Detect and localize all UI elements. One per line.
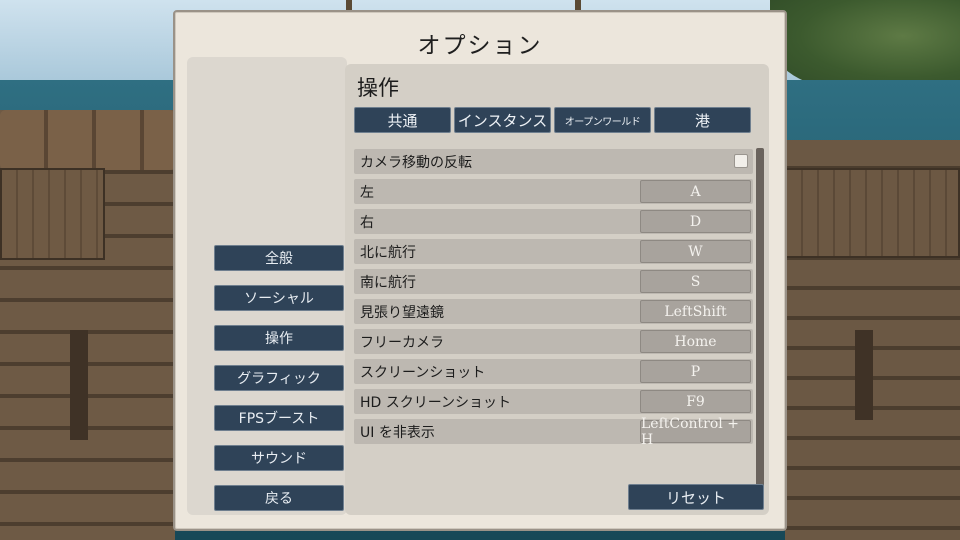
setting-row-right: 右 D bbox=[354, 209, 753, 234]
setting-row-sail-north: 北に航行 W bbox=[354, 239, 753, 264]
setting-label: 見張り望遠鏡 bbox=[360, 304, 444, 321]
tab-open-world[interactable]: オープンワールド bbox=[554, 107, 651, 133]
keybind-sail-north[interactable]: W bbox=[640, 240, 751, 263]
keybind-screenshot[interactable]: P bbox=[640, 360, 751, 383]
setting-row-spyglass: 見張り望遠鏡 LeftShift bbox=[354, 299, 753, 324]
setting-label: HD スクリーンショット bbox=[360, 394, 512, 411]
nav-controls-button[interactable]: 操作 bbox=[214, 325, 344, 351]
camera-invert-checkbox[interactable] bbox=[734, 154, 748, 168]
nav-social-button[interactable]: ソーシャル bbox=[214, 285, 344, 311]
keybind-sail-south[interactable]: S bbox=[640, 270, 751, 293]
setting-label: スクリーンショット bbox=[360, 364, 486, 381]
setting-label: UI を非表示 bbox=[360, 424, 435, 441]
reset-button[interactable]: リセット bbox=[628, 484, 764, 510]
setting-label: 右 bbox=[360, 214, 374, 231]
setting-label: 左 bbox=[360, 184, 374, 201]
keybind-hide-ui[interactable]: LeftControl + H bbox=[640, 416, 751, 448]
setting-row-camera-invert: カメラ移動の反転 bbox=[354, 149, 753, 174]
nav-sound-button[interactable]: サウンド bbox=[214, 445, 344, 471]
setting-row-sail-south: 南に航行 S bbox=[354, 269, 753, 294]
setting-row-hide-ui: UI を非表示 LeftControl + H bbox=[354, 416, 753, 448]
crate-left bbox=[0, 168, 105, 260]
keybind-spyglass[interactable]: LeftShift bbox=[640, 300, 751, 323]
keybind-left[interactable]: A bbox=[640, 180, 751, 203]
tab-instance[interactable]: インスタンス bbox=[454, 107, 551, 133]
nav-panel: 全般 ソーシャル 操作 グラフィック FPSブースト サウンド 戻る bbox=[187, 57, 347, 515]
crate-right bbox=[785, 168, 960, 258]
back-button[interactable]: 戻る bbox=[214, 485, 344, 511]
dock-post bbox=[855, 330, 873, 420]
setting-label: 北に航行 bbox=[360, 244, 416, 261]
setting-row-screenshot: スクリーンショット P bbox=[354, 359, 753, 384]
island bbox=[770, 0, 960, 90]
keybind-right[interactable]: D bbox=[640, 210, 751, 233]
setting-label: カメラ移動の反転 bbox=[360, 154, 472, 171]
dock-post bbox=[70, 330, 88, 440]
dialog-title: オプション bbox=[417, 33, 543, 59]
tab-port[interactable]: 港 bbox=[654, 107, 751, 133]
options-dialog: オプション 全般 ソーシャル 操作 グラフィック FPSブースト サウンド 戻る… bbox=[173, 10, 787, 531]
controls-panel: 操作 共通 インスタンス オープンワールド 港 カメラ移動の反転 左 A 右 D… bbox=[345, 64, 769, 515]
setting-row-hd-screenshot: HD スクリーンショット F9 bbox=[354, 389, 753, 414]
tab-common[interactable]: 共通 bbox=[354, 107, 451, 133]
section-title: 操作 bbox=[357, 76, 399, 100]
keybind-hd-screenshot[interactable]: F9 bbox=[640, 390, 751, 413]
setting-row-left: 左 A bbox=[354, 179, 753, 204]
setting-label: 南に航行 bbox=[360, 274, 416, 291]
nav-fps-boost-button[interactable]: FPSブースト bbox=[214, 405, 344, 431]
nav-general-button[interactable]: 全般 bbox=[214, 245, 344, 271]
setting-label: フリーカメラ bbox=[360, 334, 444, 351]
setting-row-free-camera: フリーカメラ Home bbox=[354, 329, 753, 354]
settings-scrollbar[interactable] bbox=[756, 148, 764, 488]
barrels bbox=[0, 110, 175, 170]
nav-graphics-button[interactable]: グラフィック bbox=[214, 365, 344, 391]
keybind-free-camera[interactable]: Home bbox=[640, 330, 751, 353]
